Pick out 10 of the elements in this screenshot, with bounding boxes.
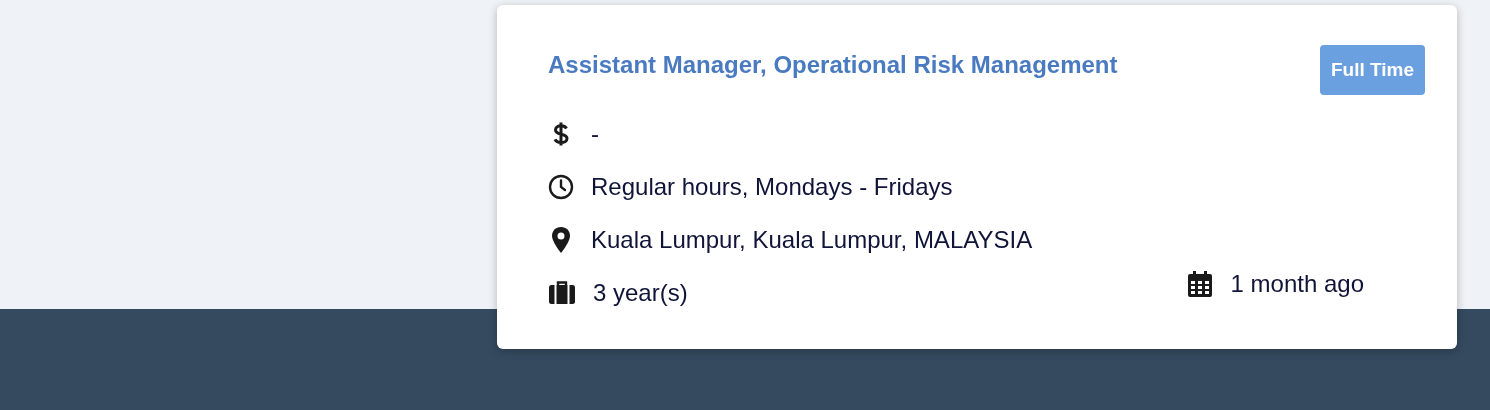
posted-date-text: 1 month ago xyxy=(1230,269,1364,299)
clock-icon xyxy=(548,173,574,200)
calendar-icon xyxy=(1186,270,1213,298)
job-type-badge: Full Time xyxy=(1319,45,1425,95)
experience-text: 3 year(s) xyxy=(593,277,688,308)
salary-text: - xyxy=(591,118,599,149)
briefcase-icon xyxy=(548,279,576,306)
hours-text: Regular hours, Mondays - Fridays xyxy=(591,171,953,202)
job-title-link[interactable]: Assistant Manager, Operational Risk Management xyxy=(548,50,1118,80)
location-text: Kuala Lumpur, Kuala Lumpur, MALAYSIA xyxy=(591,224,1033,255)
